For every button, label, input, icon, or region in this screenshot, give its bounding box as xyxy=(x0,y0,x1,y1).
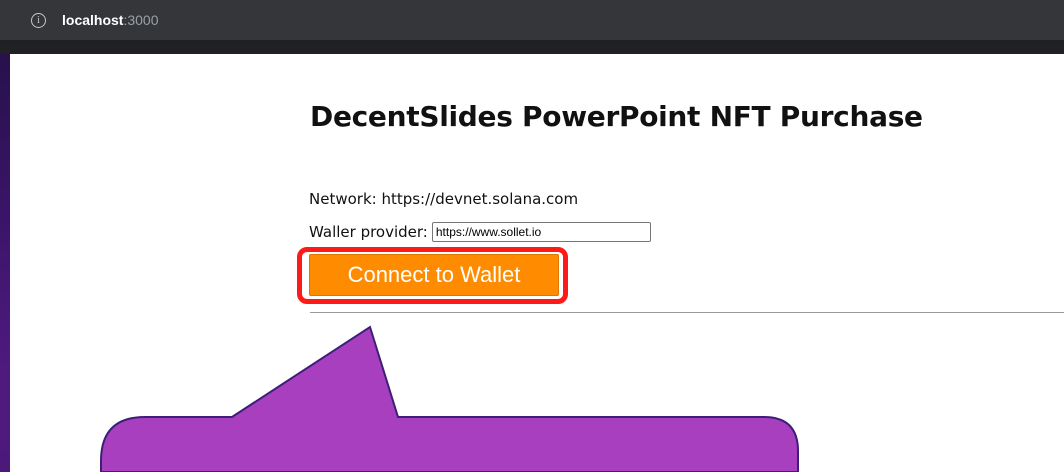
connect-wallet-button[interactable]: Connect to Wallet xyxy=(309,254,559,296)
page-title: DecentSlides PowerPoint NFT Purchase xyxy=(310,100,923,133)
url-bar[interactable]: i localhost:3000 xyxy=(0,0,1064,41)
provider-input[interactable] xyxy=(431,222,651,242)
url-text[interactable]: localhost:3000 xyxy=(62,12,159,28)
browser-address-bar: i localhost:3000 xyxy=(0,0,1064,54)
info-icon[interactable]: i xyxy=(31,12,46,28)
provider-label: Waller provider: xyxy=(309,223,428,241)
url-port: :3000 xyxy=(123,12,159,28)
divider xyxy=(310,312,1064,313)
network-text: Network: https://devnet.solana.com xyxy=(309,190,579,208)
url-host: localhost xyxy=(62,12,124,28)
page-content: DecentSlides PowerPoint NFT Purchase Net… xyxy=(10,54,1064,472)
provider-row: Waller provider: xyxy=(309,222,651,242)
